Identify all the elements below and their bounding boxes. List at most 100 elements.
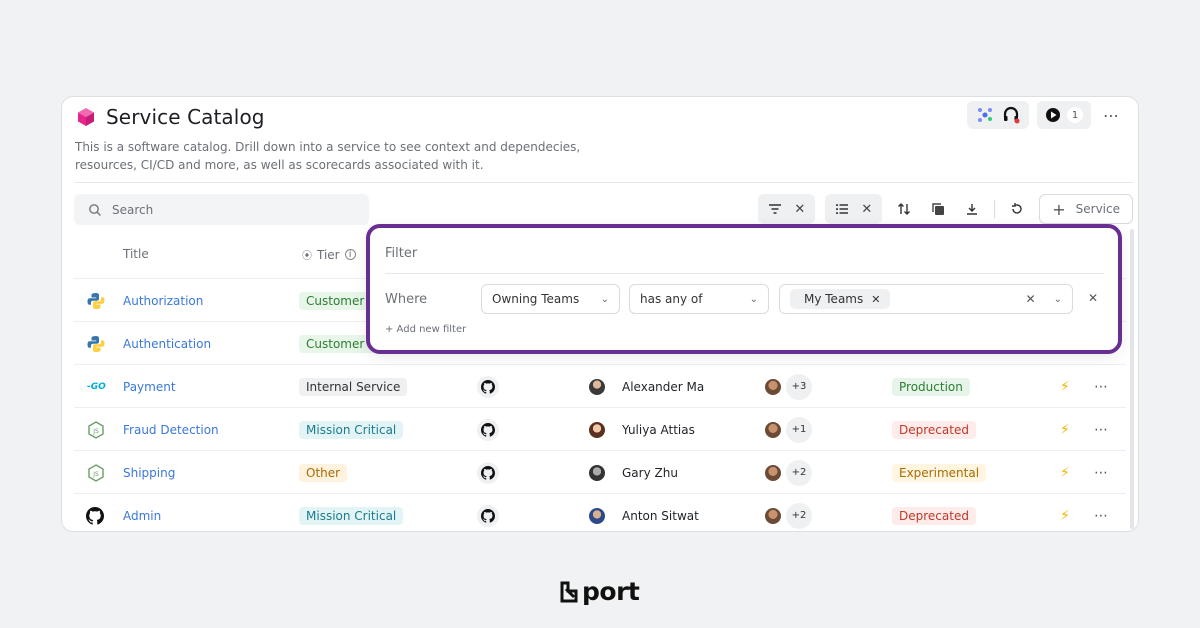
- operator-select[interactable]: has any of ⌄: [629, 284, 769, 314]
- add-filter-link[interactable]: + Add new filter: [385, 324, 466, 335]
- runs-pill[interactable]: 1: [1037, 101, 1091, 129]
- team-more-badge[interactable]: +2: [786, 459, 812, 486]
- sort-icon[interactable]: [892, 194, 916, 224]
- chevron-down-icon: ⌄: [749, 293, 758, 305]
- service-link[interactable]: Authorization: [123, 279, 203, 322]
- tier-tag: Customer: [299, 291, 372, 310]
- tier-tag: Other: [299, 463, 348, 482]
- column-tier-label: Tier: [317, 247, 340, 262]
- ai-agent-icon: [978, 108, 992, 122]
- search-input[interactable]: Search: [74, 194, 369, 225]
- table-row[interactable]: Admin Mission Critical Anton Sitwat +2 D…: [74, 493, 1126, 531]
- integrations-pill[interactable]: [967, 101, 1029, 129]
- tier-tag: Mission Critical: [299, 506, 404, 525]
- lightning-icon[interactable]: ⚡: [1060, 494, 1070, 531]
- filter-toggle[interactable]: ✕: [758, 194, 816, 224]
- column-header-title[interactable]: Title: [123, 247, 149, 261]
- row-more-icon[interactable]: ⋯: [1094, 408, 1108, 451]
- group-by-toggle[interactable]: ✕: [825, 194, 883, 224]
- column-title-label: Title: [123, 247, 149, 261]
- lifecycle-badge: Deprecated: [892, 420, 976, 439]
- brand-name: port: [582, 577, 640, 606]
- where-label: Where: [385, 292, 428, 307]
- team-more-badge[interactable]: +1: [786, 416, 812, 443]
- owner-name: Anton Sitwat: [622, 508, 699, 523]
- chevron-down-icon: ⌄: [600, 293, 609, 305]
- clear-filter-icon[interactable]: ✕: [794, 202, 805, 217]
- github-icon[interactable]: [477, 504, 499, 527]
- play-circle-icon: [1046, 108, 1060, 122]
- lightning-icon[interactable]: ⚡: [1060, 451, 1070, 494]
- header-divider: [74, 182, 1134, 183]
- nodejs-icon: JS: [87, 408, 105, 451]
- service-link[interactable]: Shipping: [123, 451, 175, 494]
- github-icon[interactable]: [477, 461, 499, 484]
- avatar: [589, 421, 605, 438]
- chevron-down-icon: ⌄: [1053, 293, 1062, 305]
- avatar: [765, 378, 781, 395]
- row-more-icon[interactable]: ⋯: [1094, 365, 1108, 408]
- service-link[interactable]: Admin: [123, 494, 161, 531]
- lifecycle-badge: Deprecated: [892, 506, 976, 525]
- table-toolbar: ✕ ✕ + Service: [758, 194, 1133, 224]
- value-chip: My Teams ✕: [790, 289, 891, 309]
- python-icon: [86, 279, 106, 322]
- filter-popover: Filter Where Owning Teams ⌄ has any of ⌄…: [366, 224, 1122, 354]
- github-icon[interactable]: [477, 418, 499, 441]
- table-row[interactable]: JS Shipping Other Gary Zhu +2 Experiment…: [74, 450, 1126, 493]
- tier-tag: Internal Service: [299, 377, 408, 396]
- cube-icon: [78, 108, 94, 126]
- owner-name: Gary Zhu: [622, 465, 678, 480]
- search-icon: [89, 203, 101, 216]
- value-chip-label: My Teams: [804, 292, 864, 306]
- service-link[interactable]: Fraud Detection: [123, 408, 219, 451]
- lightning-icon[interactable]: ⚡: [1060, 365, 1070, 408]
- plus-icon: +: [1052, 199, 1066, 219]
- top-actions: 1 ⋯: [967, 101, 1124, 129]
- headset-icon: [1003, 106, 1020, 124]
- clear-group-icon[interactable]: ✕: [861, 202, 872, 217]
- clear-value-icon[interactable]: ✕: [1026, 292, 1036, 306]
- duplicate-icon[interactable]: [926, 194, 950, 224]
- add-service-button[interactable]: + Service: [1039, 194, 1133, 224]
- team-more-badge[interactable]: +2: [786, 502, 812, 529]
- search-placeholder: Search: [112, 202, 154, 217]
- lifecycle-badge: Production: [892, 377, 970, 396]
- list-icon: [836, 204, 849, 214]
- vertical-scrollbar[interactable]: [1130, 229, 1134, 529]
- page-header: Service Catalog: [76, 105, 265, 129]
- more-options-icon[interactable]: ⋯: [1099, 106, 1124, 125]
- add-service-label: Service: [1075, 202, 1120, 216]
- value-select[interactable]: My Teams ✕ ✕ ⌄: [779, 284, 1073, 314]
- service-link[interactable]: Payment: [123, 365, 176, 408]
- filter-divider: [385, 273, 1104, 274]
- remove-chip-icon[interactable]: ✕: [871, 293, 880, 306]
- avatar: [589, 378, 605, 395]
- svg-text:JS: JS: [92, 428, 99, 435]
- avatar: [765, 464, 781, 481]
- python-icon: [86, 322, 106, 365]
- service-link[interactable]: Authentication: [123, 322, 211, 365]
- info-icon: i: [344, 249, 356, 260]
- avatar: [765, 421, 781, 438]
- property-select[interactable]: Owning Teams ⌄: [481, 284, 620, 314]
- lifecycle-badge: Experimental: [892, 463, 987, 482]
- page-title: Service Catalog: [106, 105, 265, 129]
- github-icon[interactable]: [477, 375, 499, 398]
- filter-icon: [769, 204, 782, 214]
- row-more-icon[interactable]: ⋯: [1094, 451, 1108, 494]
- toolbar-divider: [994, 200, 996, 218]
- column-header-tier[interactable]: ⦿ Tier i: [302, 247, 356, 262]
- team-more-badge[interactable]: +3: [786, 373, 812, 400]
- page-description: This is a software catalog. Drill down i…: [75, 140, 581, 172]
- table-row[interactable]: -GO Payment Internal Service Alexander M…: [74, 364, 1126, 407]
- row-more-icon[interactable]: ⋯: [1094, 494, 1108, 531]
- download-icon[interactable]: [960, 194, 984, 224]
- lightning-icon[interactable]: ⚡: [1060, 408, 1070, 451]
- table-row[interactable]: JS Fraud Detection Mission Critical Yuli…: [74, 407, 1126, 450]
- remove-filter-icon[interactable]: ✕: [1088, 291, 1098, 305]
- refresh-icon[interactable]: [1005, 194, 1029, 224]
- owner-name: Yuliya Attias: [622, 422, 695, 437]
- svg-text:JS: JS: [92, 471, 99, 478]
- tier-column-icon: ⦿: [302, 251, 312, 262]
